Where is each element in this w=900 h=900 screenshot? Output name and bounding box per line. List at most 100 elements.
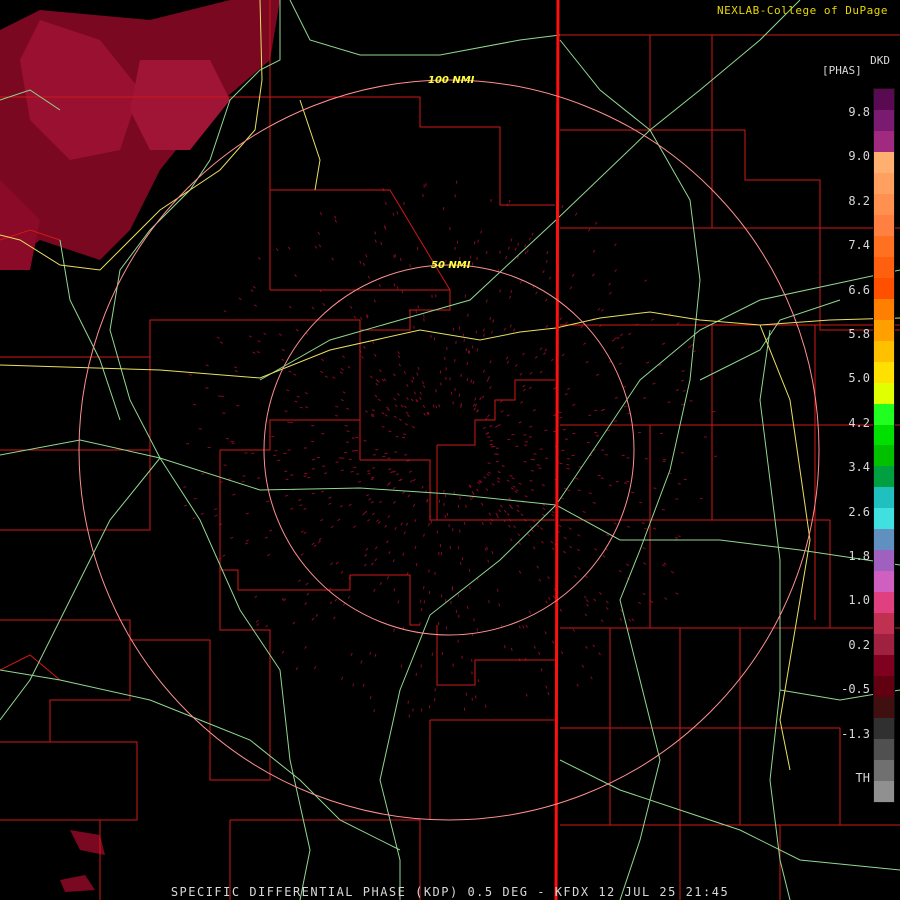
clutter-speckle bbox=[530, 488, 535, 492]
clutter-speckle bbox=[298, 499, 302, 501]
clutter-speckle bbox=[580, 325, 584, 329]
clutter-speckle bbox=[412, 478, 416, 482]
clutter-speckle bbox=[311, 424, 315, 427]
clutter-speckle bbox=[335, 405, 339, 408]
clutter-speckle bbox=[614, 397, 618, 399]
clutter-speckle bbox=[347, 595, 351, 599]
clutter-speckle bbox=[386, 406, 390, 410]
clutter-speckle bbox=[413, 325, 415, 329]
clutter-speckle bbox=[252, 351, 256, 354]
clutter-speckle bbox=[236, 404, 240, 407]
clutter-speckle bbox=[415, 562, 418, 567]
clutter-speckle bbox=[406, 460, 410, 462]
clutter-speckle bbox=[560, 651, 564, 655]
clutter-speckle bbox=[373, 588, 376, 592]
clutter-speckle bbox=[503, 645, 506, 649]
clutter-speckle bbox=[639, 501, 643, 504]
clutter-speckle bbox=[374, 239, 377, 243]
clutter-speckle bbox=[374, 546, 378, 550]
clutter-speckle bbox=[306, 592, 310, 596]
clutter-speckle bbox=[503, 509, 507, 513]
clutter-speckle bbox=[385, 201, 387, 206]
clutter-speckle bbox=[230, 536, 234, 539]
clutter-speckle bbox=[241, 480, 245, 483]
clutter-speckle bbox=[626, 525, 631, 528]
clutter-speckle bbox=[288, 370, 292, 373]
clutter-speckle bbox=[496, 515, 500, 519]
clutter-speckle bbox=[510, 238, 513, 242]
clutter-speckle bbox=[643, 397, 647, 399]
clutter-speckle bbox=[606, 534, 610, 537]
clutter-speckle bbox=[597, 307, 601, 311]
clutter-speckle bbox=[371, 413, 375, 416]
clutter-speckle bbox=[290, 507, 294, 510]
clutter-speckle bbox=[581, 664, 585, 668]
clutter-speckle bbox=[400, 522, 403, 526]
clutter-speckle bbox=[368, 498, 372, 501]
clutter-speckle bbox=[364, 410, 369, 413]
clutter-speckle bbox=[330, 562, 334, 566]
clutter-speckle bbox=[417, 366, 420, 370]
clutter-speckle bbox=[479, 397, 482, 401]
clutter-speckle bbox=[393, 373, 396, 377]
clutter-speckle bbox=[615, 480, 619, 483]
clutter-speckle bbox=[676, 322, 680, 325]
clutter-speckle bbox=[674, 536, 678, 539]
clutter-speckle bbox=[304, 602, 308, 606]
clutter-speckle bbox=[522, 352, 525, 356]
clutter-speckle bbox=[416, 247, 419, 251]
clutter-speckle bbox=[692, 350, 696, 353]
clutter-speckle bbox=[468, 350, 471, 354]
clutter-speckle bbox=[643, 562, 647, 565]
clutter-speckle bbox=[574, 575, 577, 578]
clutter-speckle bbox=[304, 472, 308, 475]
clutter-speckle bbox=[531, 529, 535, 533]
clutter-speckle bbox=[361, 355, 364, 359]
clutter-speckle bbox=[353, 315, 357, 319]
clutter-speckle bbox=[369, 375, 373, 379]
clutter-speckle bbox=[489, 386, 492, 390]
clutter-speckle bbox=[245, 539, 250, 542]
clutter-speckle bbox=[267, 553, 271, 557]
clutter-speckle bbox=[374, 231, 377, 235]
clutter-speckle bbox=[508, 497, 512, 501]
clutter-speckle bbox=[293, 373, 297, 376]
clutter-speckle bbox=[214, 508, 218, 510]
clutter-speckle bbox=[305, 582, 309, 586]
color-scale-tick-label: TH bbox=[855, 771, 870, 785]
clutter-speckle bbox=[311, 306, 315, 310]
clutter-speckle bbox=[340, 367, 344, 371]
clutter-speckle bbox=[370, 478, 374, 481]
clutter-speckle bbox=[540, 668, 543, 672]
clutter-speckle bbox=[407, 494, 411, 498]
clutter-speckle bbox=[311, 492, 315, 495]
color-scale-tick-label: 6.6 bbox=[848, 282, 870, 297]
clutter-speckle bbox=[281, 597, 285, 601]
clutter-speckle bbox=[650, 600, 654, 604]
clutter-speckle bbox=[233, 366, 238, 369]
clutter-speckle bbox=[595, 373, 600, 376]
clutter-speckle bbox=[577, 534, 581, 537]
color-scale-segment bbox=[874, 445, 894, 467]
clutter-speckle bbox=[328, 496, 332, 499]
clutter-speckle bbox=[585, 360, 589, 364]
clutter-speckle bbox=[619, 618, 623, 621]
clutter-speckle bbox=[522, 384, 526, 388]
clutter-speckle bbox=[318, 537, 322, 541]
clutter-speckle bbox=[506, 479, 510, 482]
clutter-speckle bbox=[508, 504, 512, 508]
color-scale-segment bbox=[874, 571, 894, 593]
clutter-speckle bbox=[631, 618, 635, 622]
clutter-speckle bbox=[532, 409, 536, 412]
clutter-speckle bbox=[394, 526, 397, 530]
clutter-speckle bbox=[349, 305, 353, 309]
clutter-speckle bbox=[404, 423, 408, 426]
clutter-speckle bbox=[435, 389, 437, 393]
clutter-speckle bbox=[538, 578, 542, 582]
clutter-speckle bbox=[471, 490, 474, 494]
clutter-speckle bbox=[543, 352, 546, 355]
clutter-speckle bbox=[320, 370, 324, 374]
clutter-speckle bbox=[311, 617, 315, 621]
color-scale-segment bbox=[874, 235, 894, 257]
clutter-speckle bbox=[283, 598, 287, 602]
